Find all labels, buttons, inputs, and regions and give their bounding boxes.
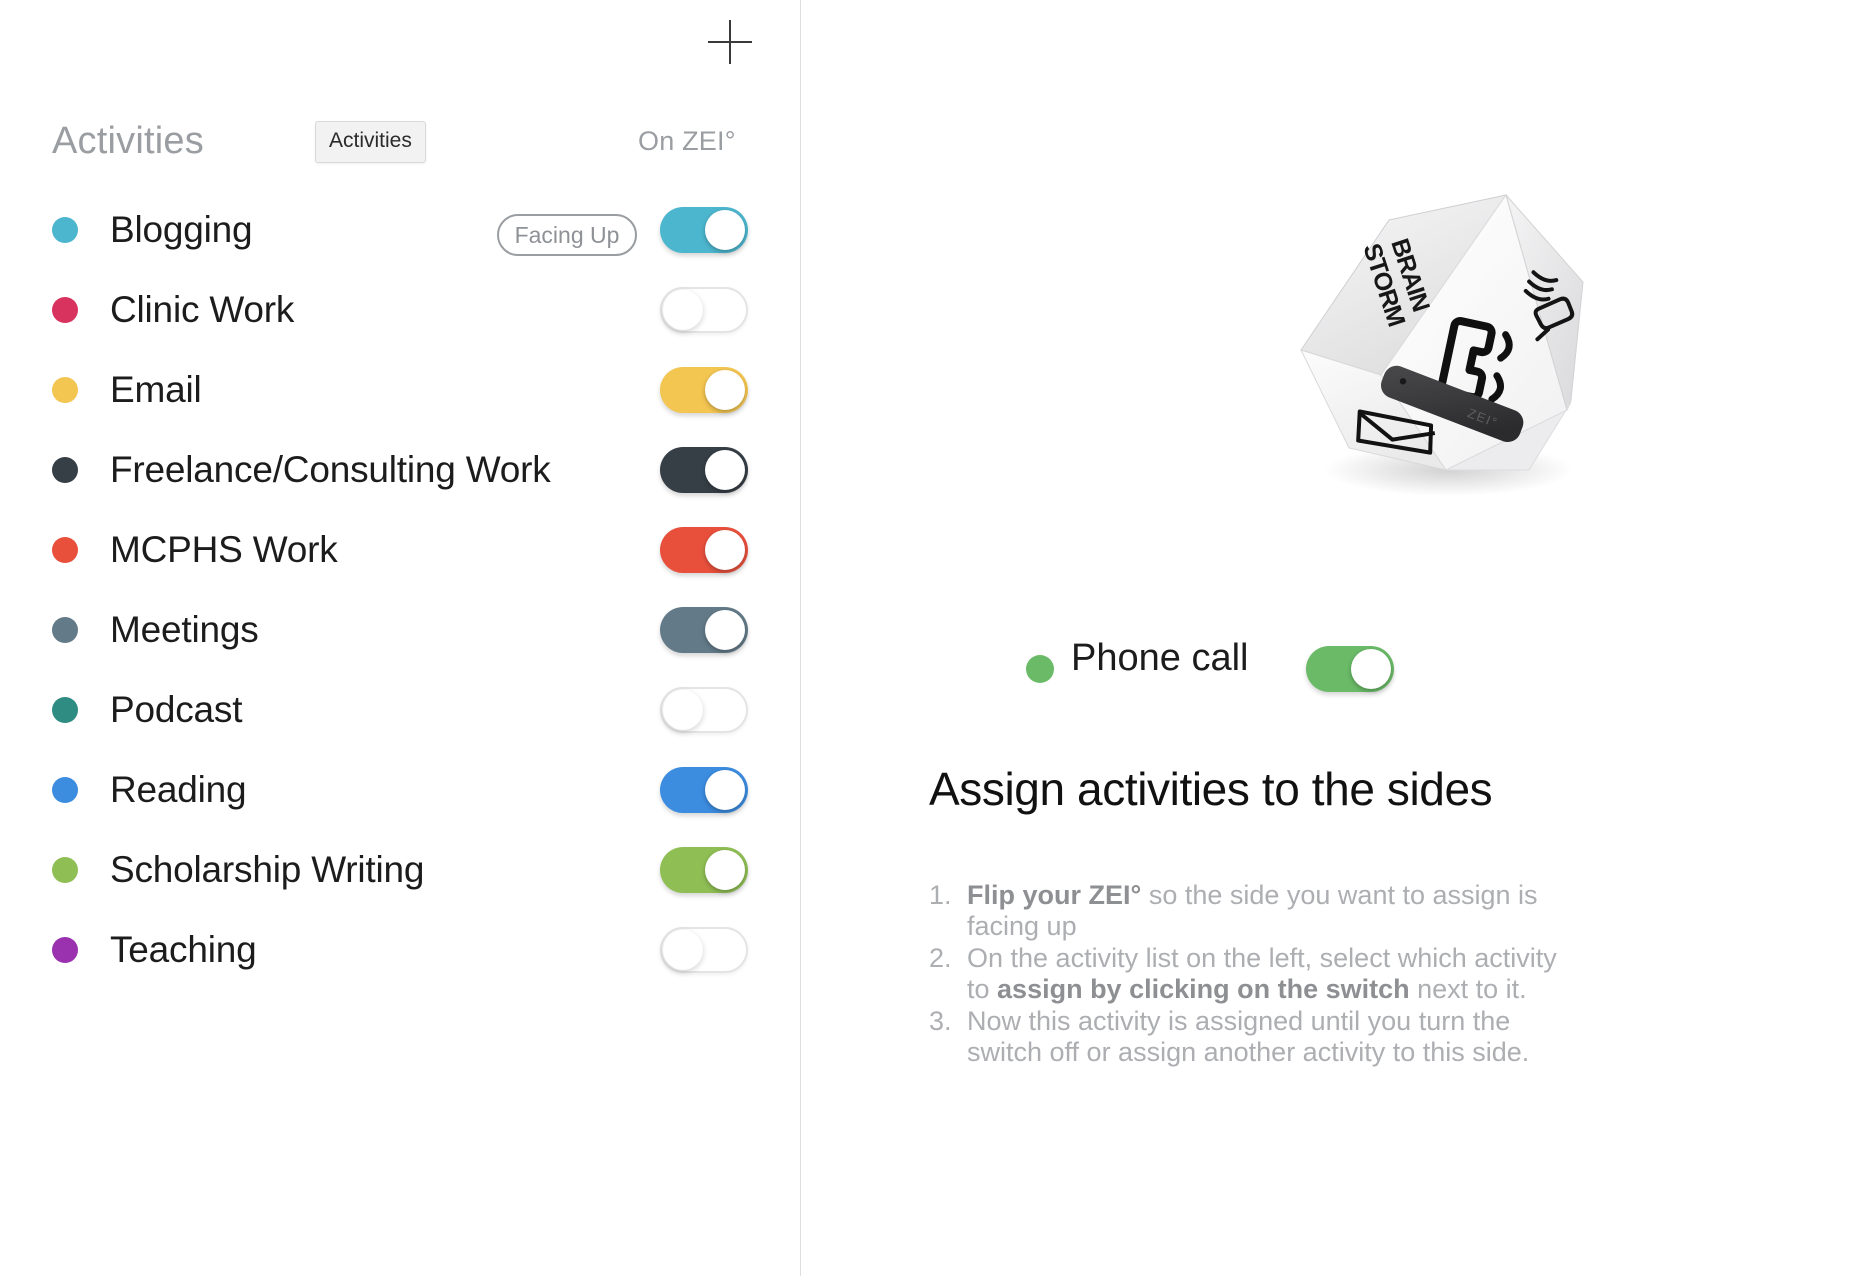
facing-up-badge: Facing Up [497, 214, 637, 256]
selected-side-label: Phone call [1071, 637, 1249, 679]
activity-toggle[interactable] [660, 767, 748, 813]
toggle-knob [1351, 649, 1391, 689]
activity-row[interactable]: Clinic Work [0, 270, 800, 350]
activity-toggle[interactable] [660, 847, 748, 893]
activity-color-dot [52, 217, 78, 243]
activity-color-dot [52, 537, 78, 563]
activity-toggle[interactable] [660, 367, 748, 413]
activity-row[interactable]: Blogging Facing Up [0, 190, 800, 270]
zei-octahedron-device-icon: BRAIN STORM ZEI° [1300, 193, 1584, 496]
activity-label: Scholarship Writing [110, 849, 425, 890]
activity-label: Clinic Work [110, 289, 295, 330]
activity-toggle[interactable] [660, 447, 748, 493]
activity-row[interactable]: MCPHS Work [0, 510, 800, 590]
instructions-steps: Flip your ZEI° so the side you want to a… [929, 880, 1579, 1069]
instructions-panel: BRAIN STORM ZEI° Phone call Assign activ… [801, 0, 1862, 1276]
activity-row[interactable]: Scholarship Writing [0, 830, 800, 910]
activity-color-dot [52, 857, 78, 883]
activity-color-dot [52, 457, 78, 483]
activity-label: Teaching [110, 929, 257, 970]
activity-color-dot [52, 617, 78, 643]
activity-label: MCPHS Work [110, 529, 338, 570]
zei-device-illustration: BRAIN STORM ZEI° [801, 170, 1862, 540]
activity-row[interactable]: Email [0, 350, 800, 430]
toggle-knob [663, 930, 703, 970]
toggle-knob [663, 290, 703, 330]
activity-color-dot [52, 777, 78, 803]
activity-row[interactable]: Freelance/Consulting Work [0, 430, 800, 510]
activity-row[interactable]: Podcast [0, 670, 800, 750]
toggle-knob [705, 210, 745, 250]
activity-color-dot [52, 937, 78, 963]
on-zei-column-heading: On ZEI° [638, 126, 736, 156]
toggle-knob [663, 690, 703, 730]
add-activity-button[interactable] [700, 12, 760, 72]
activities-tooltip: Activities [315, 121, 426, 163]
activity-toggle[interactable] [660, 527, 748, 573]
activity-color-dot [52, 297, 78, 323]
selected-side-color-dot [1026, 655, 1054, 683]
activity-row[interactable]: Reading [0, 750, 800, 830]
step-bold-text: Flip your ZEI° [967, 880, 1142, 910]
activity-row[interactable]: Meetings [0, 590, 800, 670]
activity-toggle[interactable] [660, 207, 748, 253]
toggle-knob [705, 850, 745, 890]
activities-heading: Activities [52, 120, 204, 162]
activity-row[interactable]: Teaching [0, 910, 800, 990]
activity-color-dot [52, 377, 78, 403]
activity-label: Blogging [110, 209, 253, 250]
toggle-knob [705, 610, 745, 650]
activity-label: Email [110, 369, 202, 410]
toggle-knob [705, 370, 745, 410]
activity-toggle[interactable] [660, 687, 748, 733]
activity-color-dot [52, 697, 78, 723]
instruction-step: Flip your ZEI° so the side you want to a… [929, 880, 1538, 941]
activities-panel: Activities On ZEI° Activities Blogging Fa… [0, 0, 801, 1276]
instruction-step: On the activity list on the left, select… [929, 943, 1557, 1004]
toggle-knob [705, 530, 745, 570]
plus-icon-vertical [729, 20, 731, 64]
selected-side-toggle[interactable] [1306, 646, 1394, 692]
instructions-heading: Assign activities to the sides [929, 763, 1493, 815]
zei-activity-assignment-screen: Activities On ZEI° Activities Blogging Fa… [0, 0, 1862, 1276]
toggle-knob [705, 450, 745, 490]
activity-label: Freelance/Consulting Work [110, 449, 551, 490]
activity-label: Podcast [110, 689, 243, 730]
activity-label: Reading [110, 769, 247, 810]
toggle-knob [705, 770, 745, 810]
step-bold-text: assign by clicking on the switch [997, 973, 1410, 1004]
instruction-step: Now this activity is assigned until you … [929, 1006, 1530, 1067]
activity-toggle[interactable] [660, 607, 748, 653]
activity-toggle[interactable] [660, 287, 748, 333]
activity-toggle[interactable] [660, 927, 748, 973]
activity-label: Meetings [110, 609, 259, 650]
activity-list: Blogging Facing Up Clinic Work Email Freelan… [0, 190, 800, 990]
selected-side-row: Phone call [801, 637, 1862, 700]
